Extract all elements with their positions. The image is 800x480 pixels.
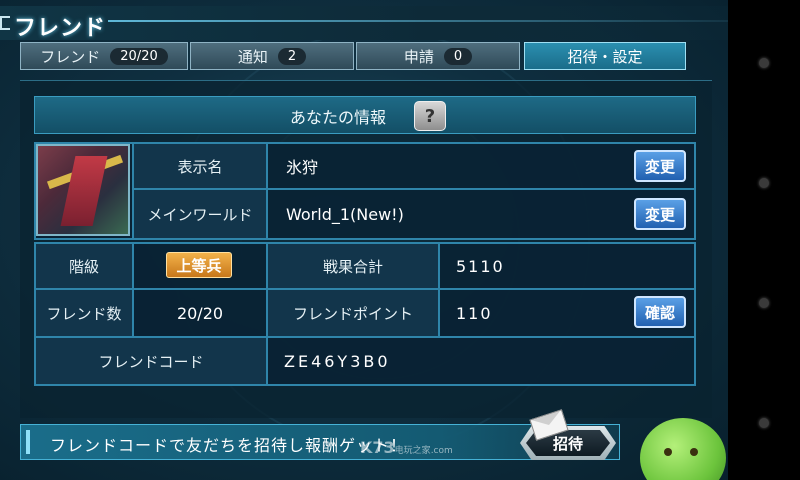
watermark-sub: 电玩之家 [394,446,431,456]
change-name-button[interactable]: 変更 [634,150,686,182]
friend-points-value: 110 [456,303,493,323]
game-screen: フレンド フレンド 20/20 通知 2 申請 0 招待・設定 あなたの情報 ?… [0,0,728,480]
haro-mascot-icon [640,418,726,480]
tab-notifications[interactable]: 通知 2 [190,42,354,70]
tab-invite-settings[interactable]: 招待・設定 [524,42,686,70]
tab-count-badge: 0 [443,47,473,65]
friend-code-label: フレンドコード [36,338,266,384]
friend-count-label: フレンド数 [36,290,132,336]
friend-code-value: ZE46Y3B0 [284,351,391,371]
divider [266,142,268,240]
softkey-button[interactable] [759,58,769,68]
title-bracket-icon [0,16,10,30]
help-icon[interactable]: ? [414,101,446,131]
display-name-label: 表示名 [134,144,266,188]
rank-label: 階級 [36,244,132,288]
tab-label: 招待・設定 [567,47,643,66]
watermark-brand: K73 [360,438,395,457]
haro-eye [690,448,698,456]
title-underline [108,20,728,22]
softkey-button[interactable] [759,298,769,308]
title-bar [0,6,728,40]
rank-badge: 上等兵 [166,252,232,278]
watermark: K73电玩之家.com [360,438,453,457]
confirm-points-button[interactable]: 確認 [634,296,686,328]
battle-total-value: 5110 [456,256,505,276]
main-world-label: メインワールド [134,190,266,238]
tab-bar: フレンド 20/20 通知 2 申請 0 招待・設定 [20,42,710,72]
friend-points-label: フレンドポイント [268,290,438,336]
main-world-value: World_1(New!) [286,204,404,224]
tab-count-badge: 20/20 [110,47,168,65]
friend-count-value: 20/20 [176,303,224,323]
invite-banner-text: フレンドコードで友だちを招待し報酬ゲット！ [50,436,408,455]
change-world-button[interactable]: 変更 [634,198,686,230]
page-title: フレンド [14,16,107,41]
tab-friends[interactable]: フレンド 20/20 [20,42,188,70]
tab-count-badge: 2 [277,47,307,65]
display-name-value: 氷狩 [286,158,319,177]
softkey-button[interactable] [759,178,769,188]
info-header-title: あなたの情報 [290,108,387,127]
tab-requests[interactable]: 申請 0 [356,42,520,70]
divider [438,242,440,336]
banner-accent [26,430,30,454]
haro-eye [664,448,672,456]
battle-total-label: 戦果合計 [268,244,438,288]
tab-label: フレンド [40,47,101,66]
tab-label: 申請 [403,47,434,66]
watermark-domain: .com [430,446,453,456]
softkey-button[interactable] [759,418,769,428]
tab-label: 通知 [237,47,268,66]
avatar-mech [60,156,108,226]
system-softkey-bar [728,0,800,480]
avatar[interactable] [36,144,130,236]
